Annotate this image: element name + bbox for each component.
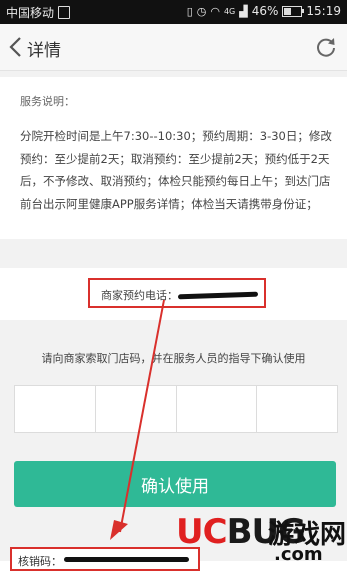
code-digit-box[interactable] — [257, 386, 337, 432]
refresh-icon[interactable] — [315, 36, 337, 58]
merchant-phone-label: 商家预约电话： — [101, 289, 178, 302]
nav-bar: 详情 — [0, 24, 347, 71]
status-bar: 中国移动 ▯ ◷ ◠ 4G ▟ 46% 15:19 — [0, 0, 347, 24]
alarm-icon: ◷ — [196, 4, 207, 18]
store-code-input[interactable] — [14, 385, 338, 433]
verification-code-highlight: 核销码： — [10, 547, 200, 571]
network-type: 4G — [223, 6, 236, 16]
watermark-logo: UCBUG 游戏网 .com — [176, 510, 347, 567]
page-title: 详情 — [27, 41, 61, 61]
redacted-phone-number — [177, 291, 259, 300]
clock: 15:19 — [306, 4, 341, 18]
battery-icon — [282, 5, 305, 17]
status-right: ▯ ◷ ◠ 4G ▟ 46% 15:19 — [187, 4, 341, 18]
vibrate-icon: ▯ — [186, 4, 193, 18]
battery-percent: 46% — [251, 4, 279, 18]
section-divider — [0, 239, 347, 268]
service-description: 服务说明： 分院开检时间是上午7:30--10:30；预约周期：3-30日；修改… — [0, 77, 347, 239]
instruction-text: 请向商家索取门店码，并在服务人员的指导下确认使用 — [41, 352, 306, 365]
confirm-use-button[interactable]: 确认使用 — [14, 461, 336, 507]
carrier-name: 中国移动 — [6, 6, 55, 20]
wifi-icon: ◠ — [210, 4, 220, 18]
code-digit-box[interactable] — [96, 386, 177, 432]
signal-icon: ▟ — [239, 4, 248, 18]
service-text: 分院开检时间是上午7:30--10:30；预约周期：3-30日；修改预约：至少提… — [20, 129, 332, 211]
redacted-verification-code — [64, 557, 189, 562]
merchant-phone-row: 商家预约电话： — [0, 268, 347, 320]
instruction-section: 请向商家索取门店码，并在服务人员的指导下确认使用 — [0, 320, 347, 374]
code-digit-box[interactable] — [15, 386, 96, 432]
sim-icon — [58, 6, 70, 19]
watermark-domain: .com — [274, 544, 323, 565]
code-digit-box[interactable] — [177, 386, 258, 432]
back-arrow-icon[interactable] — [6, 34, 28, 60]
service-label: 服务说明： — [20, 95, 75, 108]
merchant-phone-highlight: 商家预约电话： — [88, 278, 266, 308]
